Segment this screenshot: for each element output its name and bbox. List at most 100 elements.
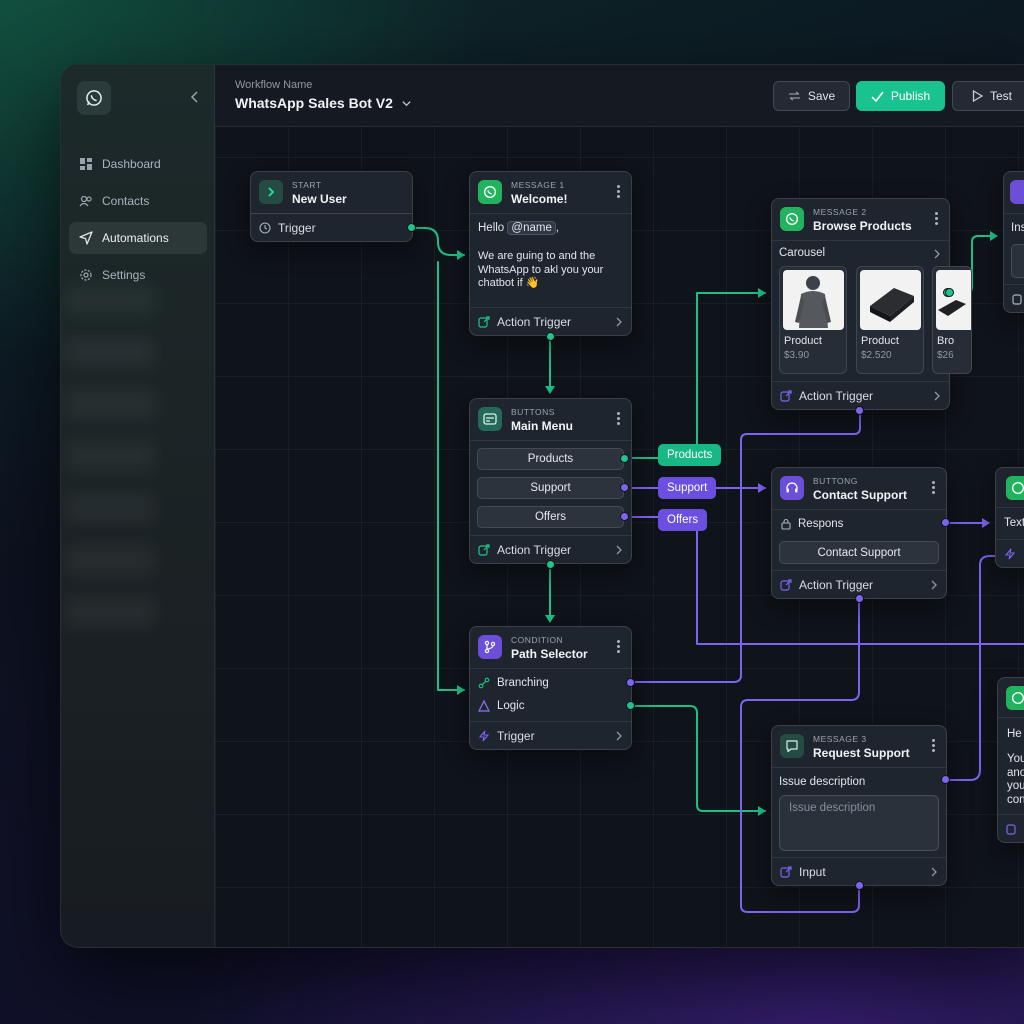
offers-port[interactable] — [620, 512, 629, 521]
chevron-right-icon[interactable] — [933, 249, 941, 259]
headset-icon — [780, 476, 804, 500]
action-trigger-icon — [780, 578, 792, 591]
chevron-right-icon — [616, 317, 622, 327]
support-port[interactable] — [620, 483, 629, 492]
node-footer[interactable] — [996, 539, 1024, 567]
contact-support-output-port[interactable] — [855, 594, 864, 603]
sidebar-item-label: Automations — [102, 231, 169, 245]
support-tag[interactable]: Support — [658, 477, 717, 499]
right-top-node[interactable]: Ins — [1003, 171, 1024, 313]
contact-support-button[interactable]: Contact Support — [779, 541, 939, 564]
message2-output-port[interactable] — [855, 406, 864, 415]
action-trigger-icon — [1012, 293, 1022, 305]
carousel-label: Carousel — [779, 247, 826, 259]
check-icon — [871, 91, 884, 102]
sidebar-item-automations[interactable]: Automations — [69, 222, 207, 254]
products-port[interactable] — [620, 454, 629, 463]
sidebar-item-label: Contacts — [102, 194, 150, 208]
buttons-output-port[interactable] — [546, 560, 555, 569]
right-bottom-node[interactable]: He You ano you con — [997, 677, 1024, 843]
node-footer[interactable]: Action Trigger — [470, 307, 631, 335]
more-options-icon[interactable] — [935, 212, 939, 226]
start-output-port[interactable] — [407, 223, 416, 232]
play-icon — [972, 90, 983, 102]
whatsapp-icon — [780, 207, 804, 231]
workflow-name-selector[interactable]: WhatsApp Sales Bot V2 — [235, 95, 412, 111]
node-footer[interactable]: Action Trigger — [470, 535, 631, 563]
sidebar-item-label: Settings — [102, 268, 146, 282]
node-type: START — [292, 180, 322, 190]
publish-button[interactable]: Publish — [856, 81, 945, 111]
clock-icon — [259, 221, 271, 234]
products-tag[interactable]: Products — [658, 444, 722, 466]
right-top-input[interactable] — [1011, 244, 1024, 278]
node-type: CONDITION — [511, 635, 564, 645]
chevron-right-icon — [931, 580, 937, 590]
input-icon — [780, 865, 792, 878]
more-options-icon[interactable] — [617, 412, 621, 426]
logic-port[interactable] — [626, 701, 635, 710]
workflow-name: WhatsApp Sales Bot V2 — [235, 95, 393, 111]
lock-icon — [781, 518, 791, 530]
node-type: MESSAGE 1 — [511, 180, 565, 190]
node-title: Welcome! — [511, 192, 568, 206]
node-footer[interactable]: Trigger — [470, 721, 631, 749]
product-card[interactable]: Product $2.520 — [856, 266, 924, 374]
node-type: MESSAGE 2 — [813, 207, 867, 217]
node-type: MESSAGE 3 — [813, 734, 867, 744]
node-footer[interactable]: Trigger — [251, 213, 412, 241]
right-mid-node[interactable]: Text — [995, 467, 1024, 568]
send-icon — [79, 231, 93, 245]
message2-right-port[interactable] — [945, 288, 954, 297]
more-options-icon[interactable] — [617, 640, 621, 654]
action-trigger-icon — [478, 315, 490, 328]
buttons-node[interactable]: BUTTONS Main Menu Products Support Offer… — [469, 398, 632, 564]
sidebar: Dashboard Contacts Automations Settings — [61, 65, 215, 947]
sidebar-item-contacts[interactable]: Contacts — [69, 185, 207, 217]
option-products-button[interactable]: Products — [477, 448, 624, 470]
issue-description-label: Issue description — [779, 776, 866, 788]
whatsapp-logo-icon[interactable] — [77, 81, 111, 115]
message3-node[interactable]: MESSAGE 3 Request Support Issue descript… — [771, 725, 947, 886]
issue-port[interactable] — [941, 775, 950, 784]
node-footer[interactable] — [998, 814, 1024, 842]
action-trigger-icon — [478, 543, 490, 556]
option-offers-button[interactable]: Offers — [477, 506, 624, 528]
option-support-button[interactable]: Support — [477, 477, 624, 499]
chevron-right-icon — [934, 391, 940, 401]
node-footer[interactable] — [1004, 284, 1024, 312]
chevron-right-icon — [616, 731, 622, 741]
branching-port[interactable] — [626, 678, 635, 687]
chevron-right-icon — [616, 545, 622, 555]
message1-output-port[interactable] — [546, 332, 555, 341]
product-card[interactable]: Product $3.90 — [779, 266, 847, 374]
start-arrow-icon — [259, 180, 283, 204]
mention-chip[interactable]: @name — [507, 221, 556, 235]
issue-description-field[interactable]: Issue description — [779, 795, 939, 851]
respons-port[interactable] — [941, 518, 950, 527]
test-button[interactable]: Test — [952, 81, 1024, 111]
start-node[interactable]: START New User Trigger — [250, 171, 413, 242]
collapse-chevron-icon[interactable] — [187, 89, 203, 105]
product-card[interactable]: Bro $26 — [932, 266, 972, 374]
node-title: Request Support — [813, 746, 910, 760]
respons-row: Respons — [798, 518, 844, 530]
blurred-sidebar-content — [65, 285, 155, 645]
message2-node[interactable]: MESSAGE 2 Browse Products Carousel Produ… — [771, 198, 972, 410]
warning-triangle-icon — [478, 700, 490, 712]
more-options-icon[interactable] — [932, 739, 936, 753]
sidebar-item-dashboard[interactable]: Dashboard — [69, 148, 207, 180]
branch-icon — [478, 635, 502, 659]
more-options-icon[interactable] — [932, 481, 936, 495]
more-options-icon[interactable] — [617, 185, 621, 199]
offers-tag[interactable]: Offers — [658, 509, 708, 531]
message1-node[interactable]: MESSAGE 1 Welcome! Hello @name, We are g… — [469, 171, 632, 336]
node-footer[interactable]: Action Trigger — [772, 381, 949, 409]
product-image-device — [860, 270, 921, 330]
condition-node[interactable]: CONDITION Path Selector Branching Logic … — [469, 626, 632, 750]
action-trigger-icon — [1006, 823, 1016, 835]
contact-support-node[interactable]: BUTTONG Contact Support Respons Contact … — [771, 467, 947, 599]
whatsapp-icon — [1006, 686, 1024, 710]
message3-output-port[interactable] — [855, 881, 864, 890]
save-button[interactable]: Save — [773, 81, 850, 111]
